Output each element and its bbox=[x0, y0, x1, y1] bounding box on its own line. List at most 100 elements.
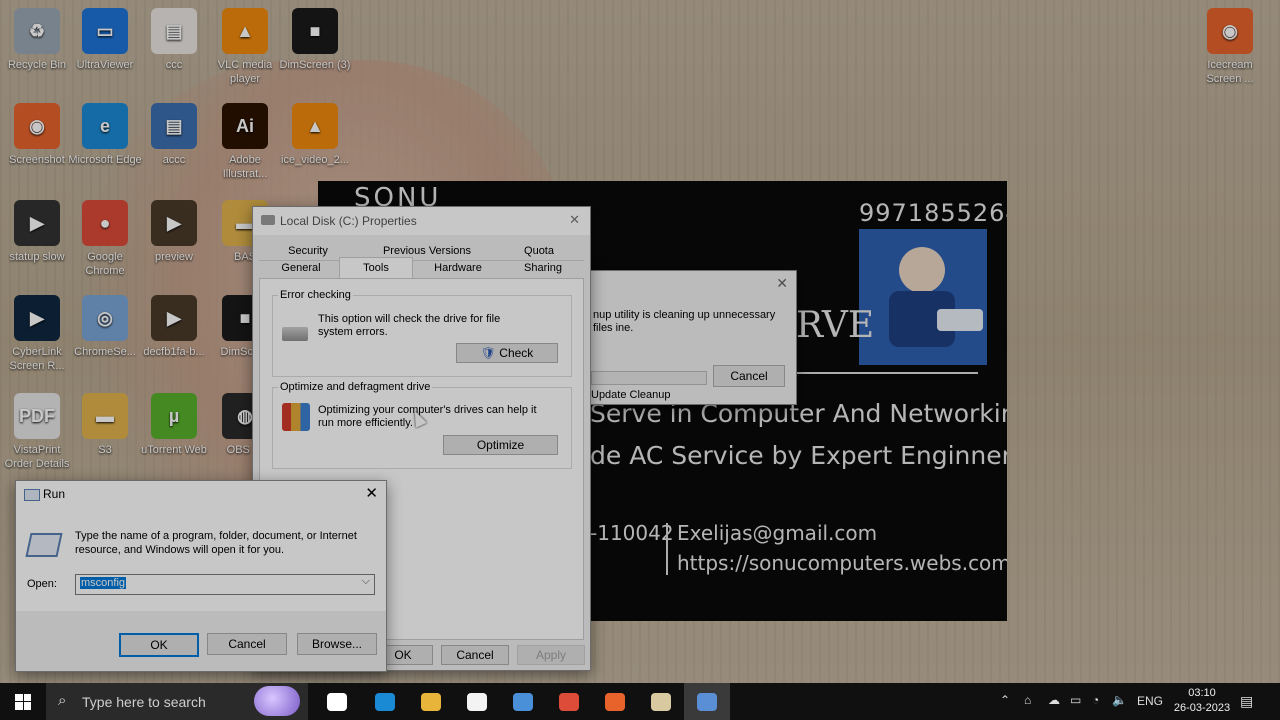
desktop-icon[interactable]: µ uTorrent Web bbox=[137, 393, 211, 457]
browse-button[interactable]: Browse... bbox=[297, 633, 377, 655]
search-icon: ⌕ bbox=[58, 692, 67, 709]
icecream-icon bbox=[605, 692, 625, 711]
notification-icon[interactable]: ▤ bbox=[1240, 693, 1253, 710]
desktop-icon-label: Screenshot bbox=[9, 154, 65, 166]
language-indicator[interactable]: ENG bbox=[1137, 694, 1163, 708]
run-ok-button[interactable]: OK bbox=[119, 633, 199, 657]
desktop-icon[interactable]: PDF VistaPrint Order Details bbox=[0, 393, 74, 471]
error-checking-label: Error checking bbox=[278, 289, 353, 301]
mail-icon bbox=[513, 692, 533, 711]
optimize-text: Optimizing your computer's drives can he… bbox=[318, 404, 537, 429]
desktop-icon-label: Recycle Bin bbox=[7, 59, 67, 71]
technician-image bbox=[859, 229, 987, 365]
properties-title: Local Disk (C:) Properties bbox=[280, 214, 417, 228]
file-explorer-icon[interactable] bbox=[408, 683, 454, 720]
drive-icon bbox=[282, 327, 308, 341]
onedrive-icon[interactable]: ☁ bbox=[1048, 693, 1060, 707]
optimize-label: Optimize and defragment drive bbox=[278, 381, 433, 393]
desktop: SONU 9971855264 RVE Serve in Computer An… bbox=[0, 0, 1280, 683]
search-box[interactable]: ⌕ Type here to search bbox=[46, 683, 308, 720]
chrome-icon: ● bbox=[82, 200, 128, 246]
taskbar: ⌕ Type here to search ⌃ ⌂ ☁ ▭ ◔ 🔈 ENG 03… bbox=[0, 683, 1280, 720]
desktop-icon[interactable]: ▭ UltraViewer bbox=[68, 8, 142, 72]
camera-icon: ◉ bbox=[1207, 8, 1253, 54]
cancel-button[interactable]: Cancel bbox=[441, 645, 509, 665]
desktop-icon[interactable]: ◉ Icecream Screen ... bbox=[1193, 8, 1267, 86]
desktop-icon[interactable]: ▬ S3 bbox=[68, 393, 142, 457]
chevron-up-icon[interactable]: ⌃ bbox=[1000, 693, 1010, 707]
desktop-icon[interactable]: ■ DimScreen (3) bbox=[278, 8, 352, 72]
desktop-icon-label: CyberLink Screen R... bbox=[9, 346, 65, 372]
desktop-icon[interactable]: ◉ Screenshot bbox=[0, 103, 74, 167]
check-button[interactable]: 🛡 Check bbox=[456, 343, 558, 363]
cleanup-cancel-button[interactable]: Cancel bbox=[713, 365, 785, 387]
tab-hardware[interactable]: Hardware bbox=[413, 260, 503, 277]
illustrator-icon: Ai bbox=[222, 103, 268, 149]
tab-general[interactable]: General bbox=[261, 260, 341, 277]
desktop-icon[interactable]: ♻ Recycle Bin bbox=[0, 8, 74, 72]
edge-icon: e bbox=[82, 103, 128, 149]
desktop-icon-label: statup slow bbox=[9, 251, 65, 263]
chrome-icon[interactable] bbox=[546, 683, 592, 720]
open-input[interactable]: msconfig bbox=[80, 577, 127, 589]
edge-icon bbox=[375, 692, 395, 711]
desktop-icon[interactable]: ◎ ChromeSe... bbox=[68, 295, 142, 359]
desktop-icon[interactable]: ▲ ice_video_2... bbox=[278, 103, 352, 167]
desktop-icon-label: VLC media player bbox=[217, 59, 273, 85]
pdf-icon: PDF bbox=[14, 393, 60, 439]
card-website: https://sonucomputers.webs.com bbox=[677, 551, 1007, 575]
tab-tools[interactable]: Tools bbox=[339, 257, 413, 280]
optimize-button[interactable]: Optimize bbox=[443, 435, 558, 455]
desktop-icon[interactable]: ▶ preview bbox=[137, 200, 211, 264]
close-icon[interactable]: ✕ bbox=[365, 484, 378, 502]
open-combobox[interactable]: msconfig ⌵ bbox=[75, 574, 375, 595]
task-view-icon[interactable] bbox=[314, 683, 360, 720]
apply-button[interactable]: Apply bbox=[517, 645, 585, 665]
utorrent-icon: µ bbox=[151, 393, 197, 439]
cleanup-status: Update Cleanup bbox=[591, 389, 671, 401]
desktop-icon[interactable]: ▶ statup slow bbox=[0, 200, 74, 264]
wifi-icon[interactable]: ◔ bbox=[1092, 693, 1099, 707]
recycle-bin-icon: ♻ bbox=[14, 8, 60, 54]
monitor-icon: ▭ bbox=[82, 8, 128, 54]
desktop-icon[interactable]: ● Google Chrome bbox=[68, 200, 142, 278]
video-file-icon: ▶ bbox=[151, 200, 197, 246]
run-cancel-button[interactable]: Cancel bbox=[207, 633, 287, 655]
mail-icon[interactable] bbox=[500, 683, 546, 720]
desktop-icon[interactable]: ▶ decfb1fa-b... bbox=[137, 295, 211, 359]
cyberlink-icon: ▶ bbox=[14, 295, 60, 341]
windows-start-icon[interactable] bbox=[0, 683, 46, 720]
desktop-icon[interactable]: ▤ ccc bbox=[137, 8, 211, 72]
disk-cleanup-dialog: ✕ nup utility is cleaning up unnecessary… bbox=[582, 270, 797, 405]
volume-icon[interactable]: 🔈 bbox=[1112, 693, 1127, 707]
close-icon[interactable]: ✕ bbox=[776, 275, 788, 292]
desktop-icon[interactable]: e Microsoft Edge bbox=[68, 103, 142, 167]
icecream-icon[interactable] bbox=[592, 683, 638, 720]
desktop-icon[interactable]: Ai Adobe Illustrat... bbox=[208, 103, 282, 181]
tab-sharing[interactable]: Sharing bbox=[503, 260, 583, 277]
clock[interactable]: 03:10 26-03-2023 bbox=[1170, 686, 1234, 716]
image-file-icon: ▤ bbox=[151, 8, 197, 54]
open-label: Open: bbox=[27, 578, 57, 590]
chevron-down-icon[interactable]: ⌵ bbox=[362, 575, 370, 588]
desktop-icon-label: ccc bbox=[165, 59, 183, 71]
image-file-icon: ▤ bbox=[151, 103, 197, 149]
app-active-icon[interactable] bbox=[684, 683, 730, 720]
edge-icon[interactable] bbox=[362, 683, 408, 720]
desktop-icon[interactable]: ▶ CyberLink Screen R... bbox=[0, 295, 74, 373]
properties-titlebar: Local Disk (C:) Properties ✕ bbox=[253, 207, 590, 235]
vlc-cone-icon: ▲ bbox=[222, 8, 268, 54]
desktop-icon[interactable]: ▲ VLC media player bbox=[208, 8, 282, 86]
app-icon[interactable] bbox=[638, 683, 684, 720]
desktop-icon-label: Google Chrome bbox=[85, 251, 125, 277]
chrome-setup-icon: ◎ bbox=[82, 295, 128, 341]
battery-icon[interactable]: ▭ bbox=[1070, 693, 1081, 707]
chrome-icon bbox=[559, 692, 579, 711]
desktop-icon-label: accc bbox=[162, 154, 186, 166]
vlc-cone-icon: ▲ bbox=[292, 103, 338, 149]
tab-quota[interactable]: Quota bbox=[499, 243, 579, 260]
store-icon[interactable] bbox=[454, 683, 500, 720]
network-icon[interactable]: ⌂ bbox=[1024, 693, 1031, 707]
close-icon[interactable]: ✕ bbox=[569, 212, 580, 228]
desktop-icon[interactable]: ▤ accc bbox=[137, 103, 211, 167]
